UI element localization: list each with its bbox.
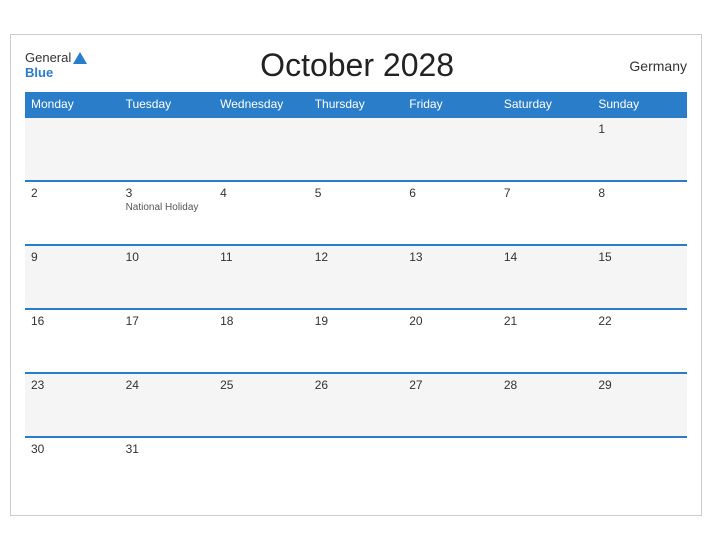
logo-triangle-icon [73, 52, 87, 64]
weekday-header-tuesday: Tuesday [120, 92, 215, 117]
calendar-cell: 25 [214, 373, 309, 437]
calendar-cell [214, 437, 309, 501]
calendar-cell: 8 [592, 181, 687, 245]
calendar-cell [214, 117, 309, 181]
calendar-cell: 17 [120, 309, 215, 373]
day-number: 2 [31, 186, 114, 200]
day-number: 21 [504, 314, 587, 328]
country-label: Germany [627, 58, 687, 74]
calendar-week-row: 9 10 11 12 13 14 15 [25, 245, 687, 309]
day-number: 24 [126, 378, 209, 392]
calendar-cell [25, 117, 120, 181]
day-number: 3 [126, 186, 209, 200]
calendar-cell: 18 [214, 309, 309, 373]
calendar-cell [403, 117, 498, 181]
day-number: 5 [315, 186, 398, 200]
calendar-cell: 5 [309, 181, 404, 245]
calendar-cell: 7 [498, 181, 593, 245]
calendar-cell: 31 [120, 437, 215, 501]
calendar-week-row: 30 31 [25, 437, 687, 501]
day-number: 23 [31, 378, 114, 392]
day-number: 31 [126, 442, 209, 456]
calendar-cell: 27 [403, 373, 498, 437]
calendar-cell: 29 [592, 373, 687, 437]
calendar-cell [498, 437, 593, 501]
calendar-cell: 23 [25, 373, 120, 437]
day-event: National Holiday [126, 202, 209, 213]
calendar-cell: 28 [498, 373, 593, 437]
calendar-cell: 20 [403, 309, 498, 373]
day-number: 27 [409, 378, 492, 392]
calendar-header: General Blue October 2028 Germany [25, 47, 687, 84]
day-number: 20 [409, 314, 492, 328]
calendar-cell: 14 [498, 245, 593, 309]
calendar-cell: 22 [592, 309, 687, 373]
weekday-header-saturday: Saturday [498, 92, 593, 117]
calendar-cell: 2 [25, 181, 120, 245]
logo-blue-text: Blue [25, 66, 53, 80]
day-number: 12 [315, 250, 398, 264]
calendar-cell: 19 [309, 309, 404, 373]
day-number: 7 [504, 186, 587, 200]
weekday-header-friday: Friday [403, 92, 498, 117]
day-number: 10 [126, 250, 209, 264]
calendar-cell [403, 437, 498, 501]
day-number: 13 [409, 250, 492, 264]
day-number: 14 [504, 250, 587, 264]
day-number: 16 [31, 314, 114, 328]
calendar-cell: 30 [25, 437, 120, 501]
calendar-cell: 15 [592, 245, 687, 309]
calendar-cell: 1 [592, 117, 687, 181]
weekday-header-wednesday: Wednesday [214, 92, 309, 117]
day-number: 26 [315, 378, 398, 392]
calendar-cell: 26 [309, 373, 404, 437]
calendar-cell: 11 [214, 245, 309, 309]
day-number: 19 [315, 314, 398, 328]
calendar-cell: 10 [120, 245, 215, 309]
calendar-title: October 2028 [87, 47, 627, 84]
calendar-cell: 9 [25, 245, 120, 309]
day-number: 1 [598, 122, 681, 136]
day-number: 4 [220, 186, 303, 200]
calendar-cell [309, 117, 404, 181]
weekday-header-sunday: Sunday [592, 92, 687, 117]
calendar-cell: 4 [214, 181, 309, 245]
logo-general-text: General [25, 51, 71, 65]
day-number: 18 [220, 314, 303, 328]
calendar-grid: MondayTuesdayWednesdayThursdayFridaySatu… [25, 92, 687, 501]
calendar-cell: 6 [403, 181, 498, 245]
day-number: 29 [598, 378, 681, 392]
day-number: 11 [220, 250, 303, 264]
weekday-header-monday: Monday [25, 92, 120, 117]
day-number: 30 [31, 442, 114, 456]
calendar-cell: 13 [403, 245, 498, 309]
calendar-week-row: 23 24 25 26 27 28 29 [25, 373, 687, 437]
day-number: 25 [220, 378, 303, 392]
calendar-cell: 12 [309, 245, 404, 309]
day-number: 6 [409, 186, 492, 200]
calendar-week-row: 16 17 18 19 20 21 22 [25, 309, 687, 373]
day-number: 17 [126, 314, 209, 328]
calendar-cell [592, 437, 687, 501]
calendar-cell [498, 117, 593, 181]
day-number: 9 [31, 250, 114, 264]
calendar-cell [309, 437, 404, 501]
day-number: 8 [598, 186, 681, 200]
calendar-cell [120, 117, 215, 181]
calendar-week-row: 1 [25, 117, 687, 181]
calendar-cell: 21 [498, 309, 593, 373]
weekday-header-row: MondayTuesdayWednesdayThursdayFridaySatu… [25, 92, 687, 117]
weekday-header-thursday: Thursday [309, 92, 404, 117]
calendar-cell: 3 National Holiday [120, 181, 215, 245]
day-number: 28 [504, 378, 587, 392]
calendar-container: General Blue October 2028 Germany Monday… [10, 34, 702, 516]
day-number: 15 [598, 250, 681, 264]
logo: General Blue [25, 51, 87, 80]
day-number: 22 [598, 314, 681, 328]
calendar-week-row: 23 National Holiday 45678 [25, 181, 687, 245]
calendar-cell: 16 [25, 309, 120, 373]
calendar-cell: 24 [120, 373, 215, 437]
